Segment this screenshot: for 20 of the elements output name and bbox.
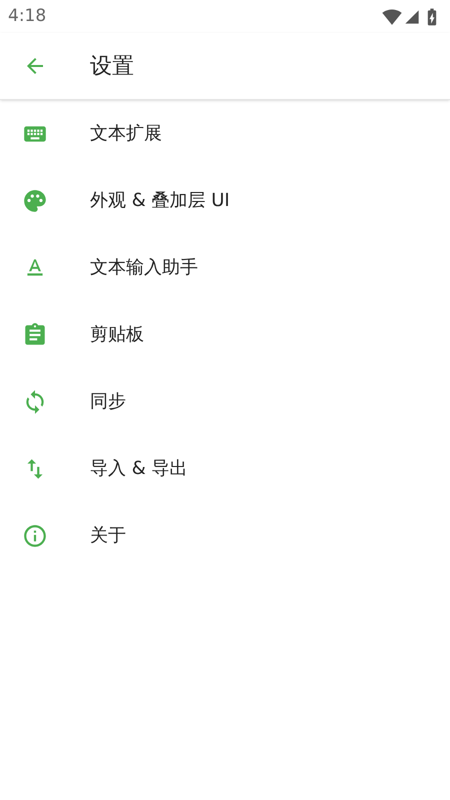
wifi-icon	[382, 6, 402, 26]
settings-item[interactable]: 剪贴板	[0, 301, 450, 368]
item-label: 外观 & 叠加层 UI	[90, 189, 230, 213]
info-icon	[22, 522, 48, 548]
settings-item[interactable]: 文本扩展	[0, 100, 450, 167]
page-title: 设置	[90, 52, 134, 80]
settings-item[interactable]: 同步	[0, 368, 450, 435]
item-label: 剪贴板	[90, 323, 144, 347]
item-label: 同步	[90, 390, 126, 414]
settings-item[interactable]: 外观 & 叠加层 UI	[0, 167, 450, 234]
palette-icon	[22, 188, 48, 214]
settings-item[interactable]: 关于	[0, 502, 450, 569]
status-time: 4:18	[8, 4, 46, 28]
item-label: 导入 & 导出	[90, 457, 188, 481]
item-label: 关于	[90, 524, 126, 548]
settings-item[interactable]: 导入 & 导出	[0, 435, 450, 502]
signal-icon	[404, 8, 420, 24]
settings-item[interactable]: 文本输入助手	[0, 234, 450, 301]
item-label: 文本扩展	[90, 122, 162, 146]
item-label: 文本输入助手	[90, 256, 198, 280]
